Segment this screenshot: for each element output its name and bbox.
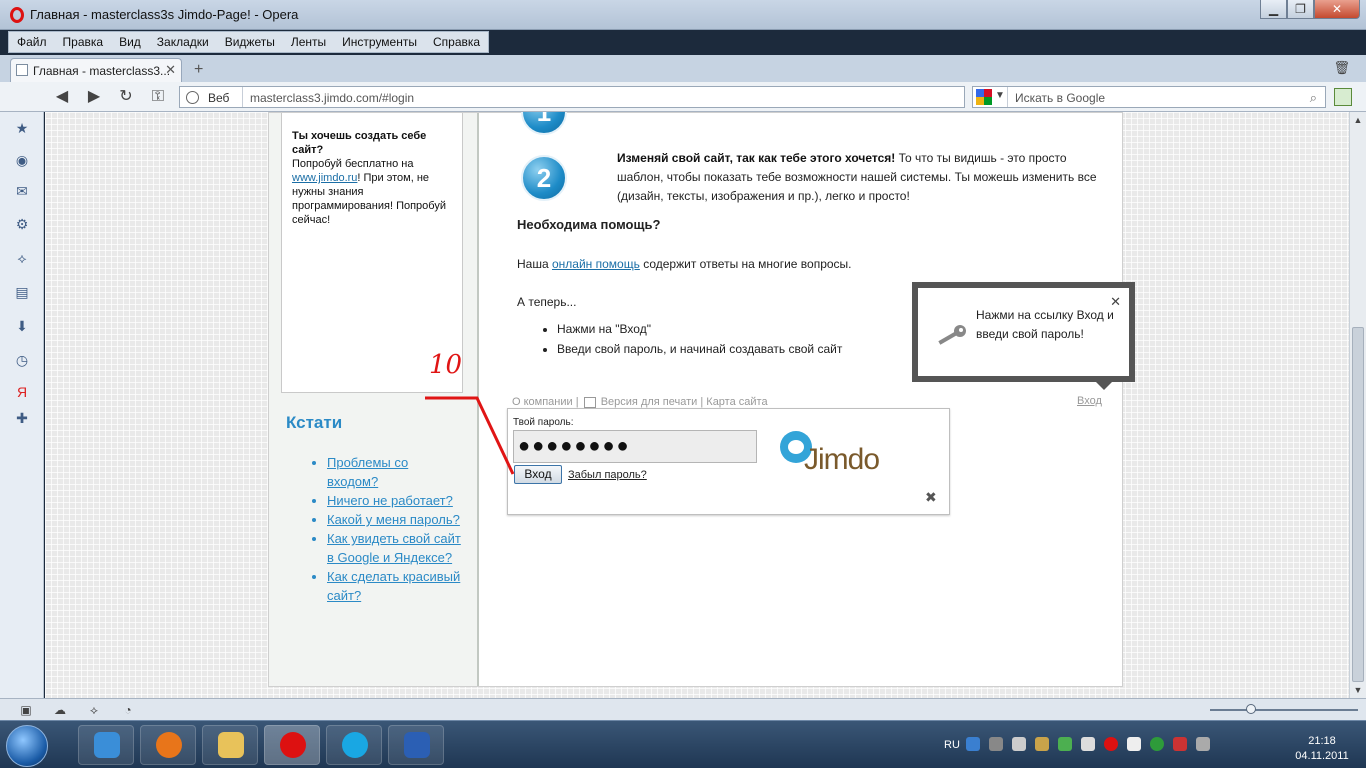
tab-bar: Главная - masterclass3... ✕ + 🗑 (0, 55, 1366, 82)
start-button[interactable] (6, 725, 48, 767)
skype-taskbar-button[interactable] (326, 725, 382, 765)
system-tray (966, 737, 1219, 751)
reload-button[interactable]: ↻ (116, 87, 136, 107)
forward-button[interactable]: ▶ (84, 87, 104, 107)
tab-main[interactable]: Главная - masterclass3... ✕ (10, 58, 182, 82)
network-icon[interactable] (1196, 737, 1210, 751)
clock[interactable]: 21:18 04.11.2011 (1292, 734, 1352, 764)
navigation-bar: ◀ ▶ ↻ ⚿ Веб masterclass3.jimdo.com/#logi… (0, 82, 1366, 112)
address-field[interactable]: Веб masterclass3.jimdo.com/#login (179, 86, 965, 108)
menu-widgets[interactable]: Виджеты (217, 32, 283, 52)
status-bar: ▣ ☁ ⟡ ◔ (0, 698, 1366, 720)
search-input[interactable]: Искать в Google (1015, 91, 1105, 105)
downloads-icon[interactable]: ⬇ (14, 318, 30, 334)
opera-taskbar-button[interactable] (264, 725, 320, 765)
extension-icon[interactable] (1334, 88, 1352, 106)
minimize-button[interactable]: ▁ (1260, 0, 1287, 19)
ie-taskbar-button[interactable] (78, 725, 134, 765)
scroll-thumb[interactable] (1352, 327, 1364, 682)
zoom-slider[interactable] (1210, 704, 1358, 714)
chevron-down-icon[interactable]: ▼ (995, 90, 1005, 101)
google-icon[interactable] (976, 89, 992, 105)
help-icon[interactable] (966, 737, 980, 751)
tab-label: Главная - masterclass3... (33, 64, 171, 78)
new-tab-button[interactable]: + (194, 61, 203, 79)
add-panel-icon[interactable]: ✚ (14, 410, 30, 426)
clock-date: 04.11.2011 (1295, 750, 1349, 762)
zoom-knob[interactable] (1246, 704, 1256, 714)
explorer-taskbar-button[interactable] (202, 725, 258, 765)
vertical-scrollbar[interactable]: ▲ ▼ (1349, 112, 1366, 698)
trash-can-icon[interactable]: 🗑 (1333, 60, 1350, 76)
mail-icon[interactable]: ✉ (14, 183, 30, 199)
window-title: Главная - masterclass3s Jimdo-Page! - Op… (30, 7, 299, 22)
web-label: Веб (208, 91, 230, 105)
opera-tray-icon[interactable] (1104, 737, 1118, 751)
page-viewport: Ты хочешь создать себе сайт? Попробуй бе… (45, 112, 1349, 698)
firefox-taskbar-button[interactable] (140, 725, 196, 765)
settings-icon[interactable]: ⚙ (14, 216, 30, 232)
share-icon[interactable]: ⟡ (86, 702, 102, 718)
firefox-icon (156, 732, 182, 758)
tray-app-icon[interactable] (1081, 737, 1095, 751)
annotation-line (425, 396, 515, 475)
menu-help[interactable]: Справка (425, 32, 488, 52)
menu-bar: Файл Правка Вид Закладки Виджеты Ленты И… (8, 31, 490, 53)
menu-edit[interactable]: Правка (55, 32, 112, 52)
history-icon[interactable]: ◷ (14, 352, 30, 368)
menu-tools[interactable]: Инструменты (334, 32, 425, 52)
tray-app-icon[interactable] (1058, 737, 1072, 751)
tray-app-icon[interactable] (1127, 737, 1141, 751)
tray-app-icon[interactable] (989, 737, 1003, 751)
skype-icon (342, 732, 368, 758)
url-text[interactable]: masterclass3.jimdo.com/#login (250, 91, 414, 105)
opera-icon (280, 732, 306, 758)
close-window-button[interactable]: ✕ (1314, 0, 1360, 19)
word-icon (404, 732, 430, 758)
globe-icon (186, 91, 199, 104)
wand-key-icon[interactable]: ⚿ (148, 87, 168, 107)
tab-close-icon[interactable]: ✕ (165, 62, 176, 78)
maximize-button[interactable]: ❐ (1287, 0, 1314, 19)
scroll-up-icon[interactable]: ▲ (1350, 112, 1366, 128)
tray-app-icon[interactable] (1150, 737, 1164, 751)
speed-dial-icon[interactable]: ◉ (14, 152, 30, 168)
word-taskbar-button[interactable] (388, 725, 444, 765)
window-titlebar: Главная - masterclass3s Jimdo-Page! - Op… (0, 0, 1366, 30)
opera-logo-icon (10, 7, 24, 23)
menu-feeds[interactable]: Ленты (283, 32, 334, 52)
notes-icon[interactable]: ▤ (14, 284, 30, 300)
ie-icon (94, 732, 120, 758)
search-field[interactable]: ▼ Искать в Google ⌕ (972, 86, 1326, 108)
page-favicon-icon (16, 64, 28, 76)
panel-toggle-icon[interactable]: ▣ (18, 702, 34, 718)
flag-icon[interactable] (1173, 737, 1187, 751)
star-icon[interactable]: ★ (14, 120, 30, 136)
panel-sidebar: ★ ◉ ✉ ⚙ ⟡ ▤ ⬇ ◷ Я ✚ (0, 112, 44, 698)
language-indicator[interactable]: RU (944, 739, 960, 751)
unite-cloud-icon[interactable]: ☁ (52, 702, 68, 718)
taskbar: RU 21:18 04.11.2011 (0, 720, 1366, 768)
clock-time: 21:18 (1308, 735, 1336, 747)
volume-icon[interactable] (1012, 737, 1026, 751)
menu-view[interactable]: Вид (111, 32, 149, 52)
search-icon[interactable]: ⌕ (1310, 90, 1317, 106)
menu-file[interactable]: Файл (9, 32, 55, 52)
menu-bookmarks[interactable]: Закладки (149, 32, 217, 52)
turbo-icon[interactable]: ◔ (120, 702, 136, 718)
tray-app-icon[interactable] (1035, 737, 1049, 751)
scroll-down-icon[interactable]: ▼ (1350, 682, 1366, 698)
yandex-icon[interactable]: Я (14, 384, 30, 400)
folder-icon (218, 732, 244, 758)
window-controls: ▁ ❐ ✕ (1260, 0, 1360, 19)
share-icon[interactable]: ⟡ (14, 250, 30, 266)
back-button[interactable]: ◀ (52, 87, 72, 107)
